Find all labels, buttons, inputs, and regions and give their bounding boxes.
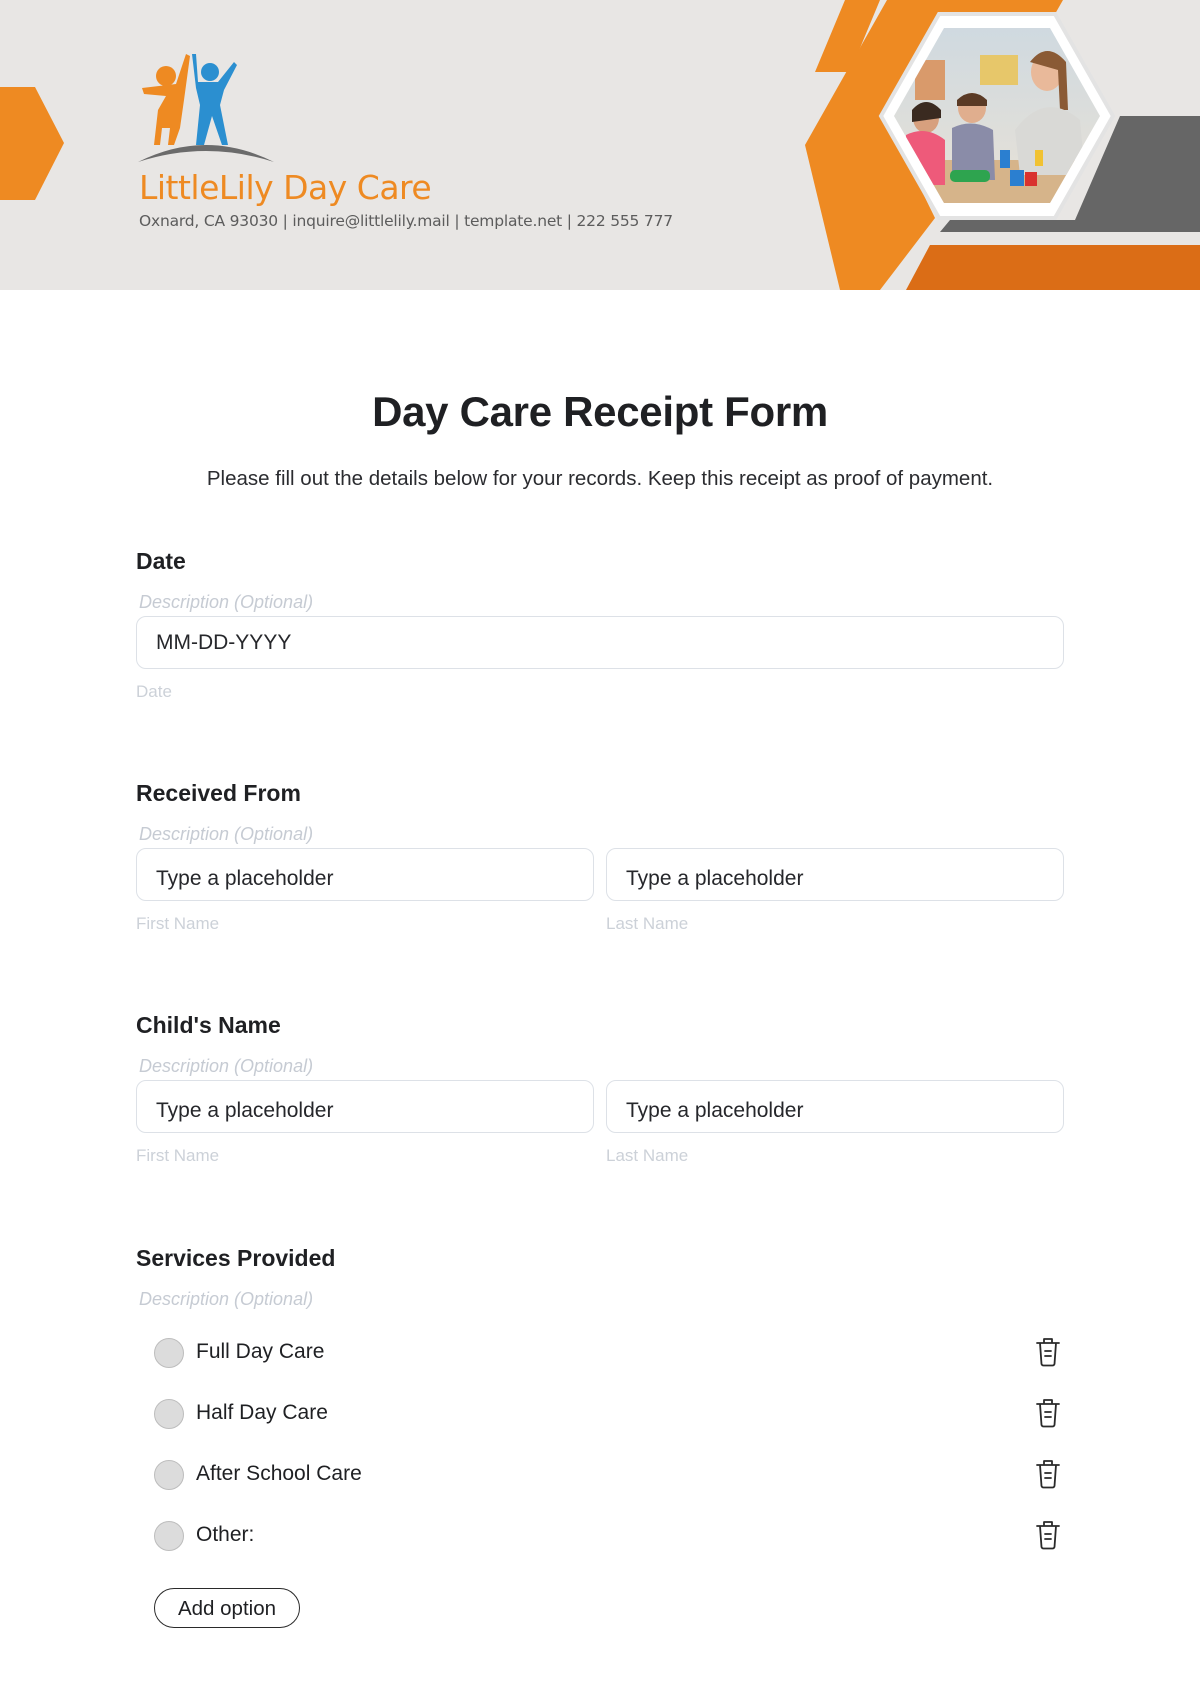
radio-button[interactable] — [154, 1460, 184, 1490]
option-label: Half Day Care — [196, 1401, 328, 1424]
question-label: Child's Name — [136, 1012, 281, 1038]
field-sublabel: Date — [136, 682, 172, 701]
radio-button[interactable] — [154, 1399, 184, 1429]
dark-orange-bar-shape — [906, 245, 1200, 290]
question-description[interactable]: Description (Optional) — [139, 1056, 313, 1077]
received-from-last-name-input[interactable]: Type a placeholder — [606, 848, 1064, 901]
two-children-jumping-logo-icon — [138, 54, 274, 162]
form-title: Day Care Receipt Form — [372, 388, 828, 435]
trash-icon[interactable] — [1035, 1337, 1061, 1367]
question-childs-name: Child's Name Description (Optional) Type… — [136, 1012, 1064, 1172]
left-hexagon-shape — [0, 87, 64, 200]
input-placeholder: Type a placeholder — [626, 867, 804, 890]
header-banner: LittleLily Day Care Oxnard, CA 93030 | i… — [0, 0, 1200, 290]
question-services-provided: Services Provided Description (Optional)… — [136, 1245, 1064, 1665]
question-label: Date — [136, 548, 186, 574]
form-subtitle: Please fill out the details below for yo… — [206, 467, 994, 490]
question-description[interactable]: Description (Optional) — [139, 1289, 313, 1310]
question-label: Services Provided — [136, 1245, 336, 1271]
input-placeholder: Type a placeholder — [156, 867, 334, 890]
option-other[interactable]: Other: — [154, 1517, 1066, 1553]
option-full-day-care[interactable]: Full Day Care — [154, 1334, 1066, 1370]
option-after-school-care[interactable]: After School Care — [154, 1456, 1066, 1492]
trash-icon[interactable] — [1035, 1520, 1061, 1550]
question-description[interactable]: Description (Optional) — [139, 824, 313, 845]
date-placeholder: MM-DD-YYYY — [156, 631, 292, 654]
trash-icon[interactable] — [1035, 1398, 1061, 1428]
brand-name: LittleLily Day Care — [139, 168, 432, 207]
child-last-name-input[interactable]: Type a placeholder — [606, 1080, 1064, 1133]
child-first-name-input[interactable]: Type a placeholder — [136, 1080, 594, 1133]
radio-button[interactable] — [154, 1338, 184, 1368]
field-sublabel: Last Name — [606, 1146, 689, 1165]
field-sublabel: First Name — [136, 914, 220, 933]
field-sublabel: First Name — [136, 1146, 220, 1165]
radio-button[interactable] — [154, 1521, 184, 1551]
question-date: Date Description (Optional) MM-DD-YYYY D… — [136, 548, 1064, 708]
option-label: Other: — [196, 1523, 255, 1546]
question-received-from: Received From Description (Optional) Typ… — [136, 780, 1064, 940]
trash-icon[interactable] — [1035, 1459, 1061, 1489]
contact-info: Oxnard, CA 93030 | inquire@littlelily.ma… — [139, 212, 673, 230]
add-option-button[interactable]: Add option — [154, 1588, 300, 1628]
question-description[interactable]: Description (Optional) — [139, 592, 313, 613]
option-label: Full Day Care — [196, 1340, 325, 1363]
input-placeholder: Type a placeholder — [626, 1099, 804, 1122]
option-label: After School Care — [196, 1462, 362, 1485]
input-placeholder: Type a placeholder — [156, 1099, 334, 1122]
date-input[interactable]: MM-DD-YYYY — [136, 616, 1064, 669]
option-half-day-care[interactable]: Half Day Care — [154, 1395, 1066, 1431]
question-label: Received From — [136, 780, 301, 806]
received-from-first-name-input[interactable]: Type a placeholder — [136, 848, 594, 901]
field-sublabel: Last Name — [606, 914, 689, 933]
